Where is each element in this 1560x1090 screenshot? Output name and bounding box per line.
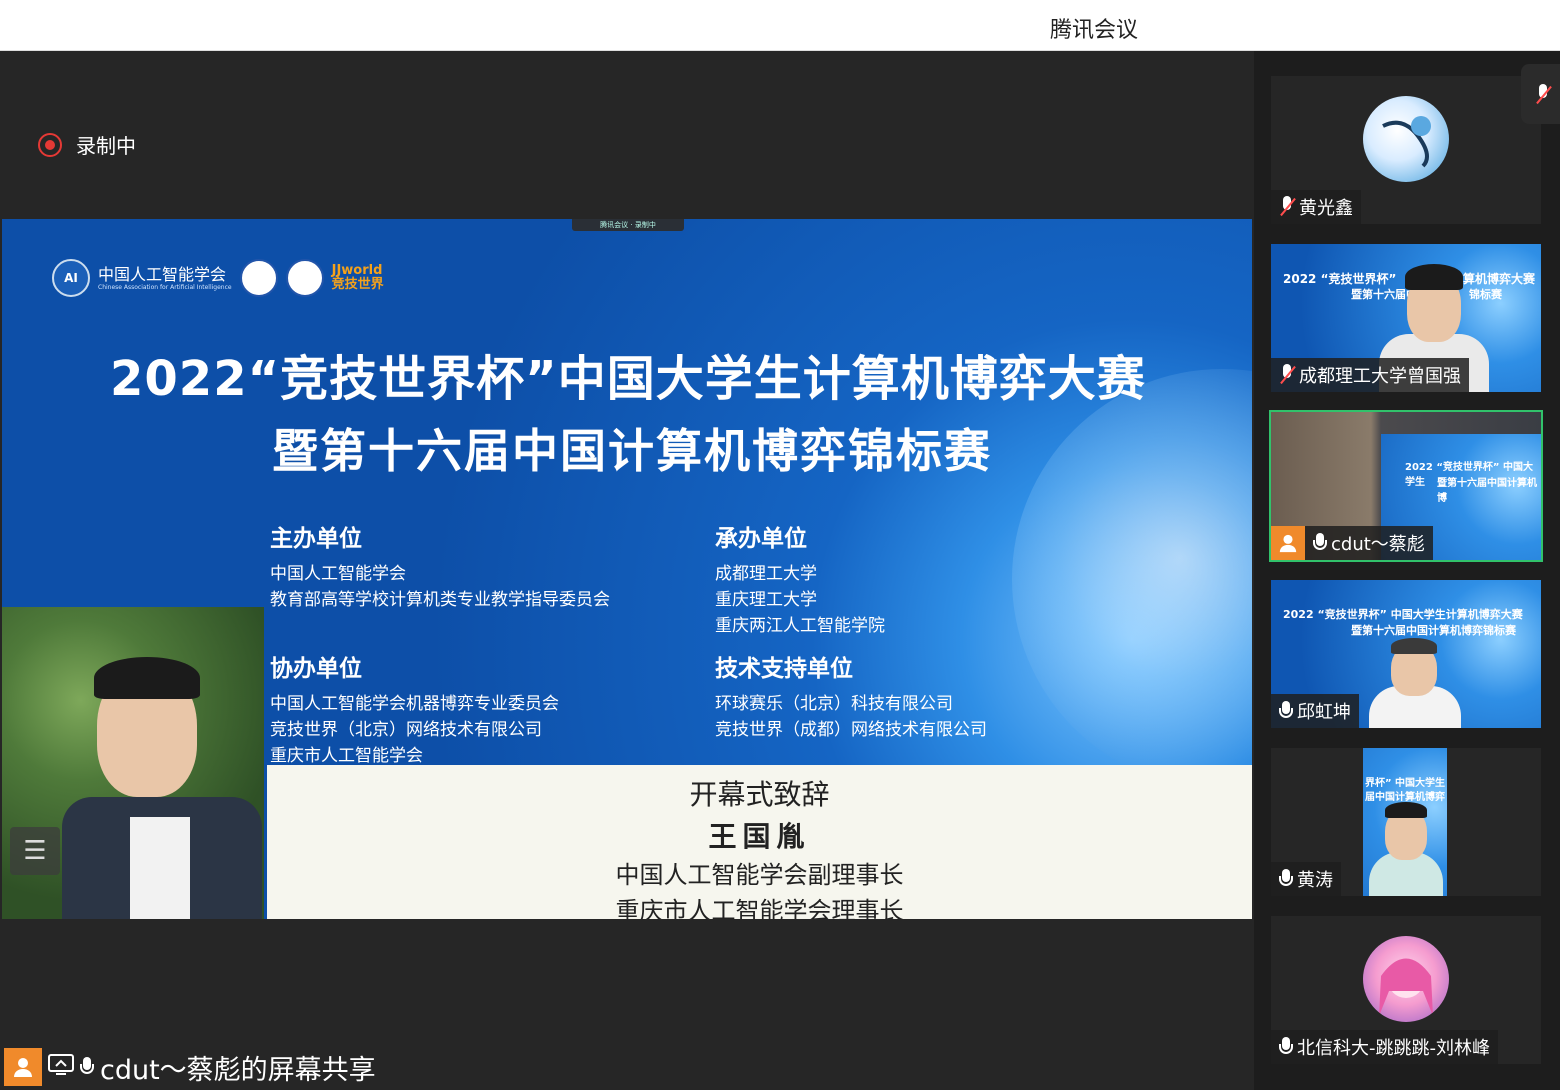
recording-label: 录制中 <box>76 134 136 158</box>
host-item: 教育部高等学校计算机类专业教学指导委员会 <box>270 590 610 610</box>
mic-icon <box>1313 533 1327 553</box>
participant-name-tag: 成都理工大学曾国强 <box>1271 358 1469 392</box>
caai-logo-icon: AI <box>52 259 90 297</box>
mini-slide-text: 界杯” 中国大学生 <box>1365 778 1446 789</box>
mic-icon <box>1279 1037 1293 1057</box>
participant-tile[interactable]: 黄光鑫 <box>1271 76 1541 224</box>
co-organizer-block: 协办单位 中国人工智能学会机器博弈专业委员会 竞技世界（北京）网络技术有限公司 … <box>270 649 559 769</box>
organizer-heading: 承办单位 <box>715 526 807 552</box>
tech-support-item: 环球赛乐（北京）科技有限公司 <box>715 694 953 714</box>
user-avatar-icon <box>4 1048 42 1086</box>
participant-tile[interactable]: 界杯” 中国大学生 届中国计算机博弈 黄涛 <box>1271 748 1541 896</box>
organizer-item: 成都理工大学 <box>715 564 817 584</box>
speaker-photo: ☰ <box>2 607 264 919</box>
tech-support-heading: 技术支持单位 <box>715 656 853 682</box>
participant-name: 邱虹坤 <box>1297 702 1351 723</box>
jjworld-logo: JJworld 竞技世界 <box>332 264 384 292</box>
caption-role-2: 重庆市人工智能学会理事长 <box>615 897 904 919</box>
organizer-block: 承办单位 成都理工大学 重庆理工大学 重庆两江人工智能学院 <box>715 519 885 639</box>
caai-logo-subtext: Chinese Association for Artificial Intel… <box>98 283 232 291</box>
mic-muted-icon <box>1535 84 1551 106</box>
caption-title: 开幕式致辞 <box>689 778 830 811</box>
presentation-slide: 腾讯会议 · 录制中 AI 中国人工智能学会 Chinese Associati… <box>2 219 1252 919</box>
window-titlebar: 腾讯会议 <box>0 0 1560 51</box>
caai-logo-text: 中国人工智能学会 <box>98 264 227 284</box>
jjworld-logo-text: JJworld <box>331 263 383 278</box>
participant-name-tag: 北信科大-跳跳跳-刘林峰 <box>1271 1030 1498 1064</box>
participant-person <box>1369 638 1461 728</box>
record-icon <box>38 132 62 157</box>
mic-muted-icon <box>1279 196 1295 218</box>
organizer-item: 重庆两江人工智能学院 <box>715 616 885 636</box>
mini-slide-text: 暨第十六届中国计算机博弈锦标赛 <box>1351 624 1516 637</box>
participant-person <box>1369 802 1443 896</box>
user-avatar-icon <box>1271 526 1305 560</box>
mini-slide-text: 暨第十六届中国计算机博 <box>1437 478 1537 504</box>
speaker-caption: 开幕式致辞 王国胤 中国人工智能学会副理事长 重庆市人工智能学会理事长 <box>267 765 1252 919</box>
window-title: 腾讯会议 <box>1050 18 1139 43</box>
participant-name: 黄涛 <box>1297 870 1333 891</box>
mic-icon <box>80 1057 94 1077</box>
mini-slide-text: 届中国计算机博弈 <box>1365 792 1445 803</box>
person-hair <box>1405 264 1463 290</box>
mic-icon <box>1279 701 1293 721</box>
mic-muted-icon <box>1279 364 1295 386</box>
list-menu-icon[interactable]: ☰ <box>10 827 60 875</box>
university-seal-icon-2 <box>285 259 324 297</box>
tech-support-item: 竞技世界（成都）网络技术有限公司 <box>715 720 987 740</box>
university-seal-icon <box>239 259 278 297</box>
host-heading: 主办单位 <box>270 526 362 552</box>
participant-tile[interactable]: 北信科大-跳跳跳-刘林峰 <box>1271 916 1541 1064</box>
host-item: 中国人工智能学会 <box>270 564 406 584</box>
organizer-item: 重庆理工大学 <box>715 590 817 610</box>
participant-name: cdut～蔡彪 <box>1331 534 1425 555</box>
screen-share-icon <box>48 1052 74 1083</box>
participant-sidebar: 黄光鑫 2022 “竞技世界杯” 计算机博弈大赛 暨第十六届中 锦标赛 成都理工… <box>1254 51 1560 1090</box>
slide-top-indicator: 腾讯会议 · 录制中 <box>572 219 684 231</box>
host-block: 主办单位 中国人工智能学会 教育部高等学校计算机类专业教学指导委员会 <box>270 519 610 613</box>
person-hair <box>1385 802 1427 818</box>
slide-logos: AI 中国人工智能学会 Chinese Association for Arti… <box>52 259 384 297</box>
participant-name-tag: cdut～蔡彪 <box>1271 526 1433 560</box>
jjworld-logo-cn: 竞技世界 <box>331 277 384 292</box>
co-organizer-heading: 协办单位 <box>270 656 362 682</box>
co-organizer-item: 中国人工智能学会机器博弈专业委员会 <box>270 694 559 714</box>
participant-tile-active[interactable]: 2022 “竞技世界杯” 中国大学生 暨第十六届中国计算机博 cdut～蔡彪 <box>1269 410 1543 562</box>
caai-logo-text-wrap: 中国人工智能学会 Chinese Association for Artific… <box>98 264 232 291</box>
participant-avatar <box>1363 96 1449 182</box>
caption-speaker-name: 王国胤 <box>708 820 811 853</box>
participant-name-tag: 黄光鑫 <box>1271 190 1361 224</box>
participant-avatar <box>1363 936 1449 1022</box>
participant-tile[interactable]: 2022 “竞技世界杯” 计算机博弈大赛 暨第十六届中 锦标赛 成都理工大学曾国… <box>1271 244 1541 392</box>
mute-all-button[interactable] <box>1521 64 1560 124</box>
screen-share-label: cdut～蔡彪的屏幕共享 <box>100 1054 376 1086</box>
globe-graphic <box>1012 369 1252 789</box>
participant-name: 成都理工大学曾国强 <box>1299 366 1461 387</box>
participant-name-tag: 邱虹坤 <box>1271 694 1359 728</box>
slide-title-line1: 2022“竞技世界杯”中国大学生计算机博弈大赛 <box>110 351 1146 407</box>
participant-name: 北信科大-跳跳跳-刘林峰 <box>1297 1038 1490 1059</box>
participant-name: 黄光鑫 <box>1299 198 1353 219</box>
slide-title-line2: 暨第十六届中国计算机博弈锦标赛 <box>272 424 992 478</box>
speaker-hair <box>94 657 200 699</box>
person-hair <box>1391 638 1437 654</box>
tech-support-block: 技术支持单位 环球赛乐（北京）科技有限公司 竞技世界（成都）网络技术有限公司 <box>715 649 987 743</box>
recording-indicator[interactable]: 录制中 <box>38 130 136 159</box>
mini-slide-text: 2022 “竞技世界杯” 中国大学生计算机博弈大赛 <box>1283 608 1523 621</box>
screen-share-tag[interactable]: cdut～蔡彪的屏幕共享 <box>4 1048 386 1086</box>
caption-role-1: 中国人工智能学会副理事长 <box>615 861 904 889</box>
participant-name-tag: 黄涛 <box>1271 862 1341 896</box>
mic-icon <box>1279 869 1293 889</box>
participant-tile[interactable]: 2022 “竞技世界杯” 中国大学生计算机博弈大赛 暨第十六届中国计算机博弈锦标… <box>1271 580 1541 728</box>
co-organizer-item: 竞技世界（北京）网络技术有限公司 <box>270 720 542 740</box>
speaker-shirt <box>130 817 190 919</box>
